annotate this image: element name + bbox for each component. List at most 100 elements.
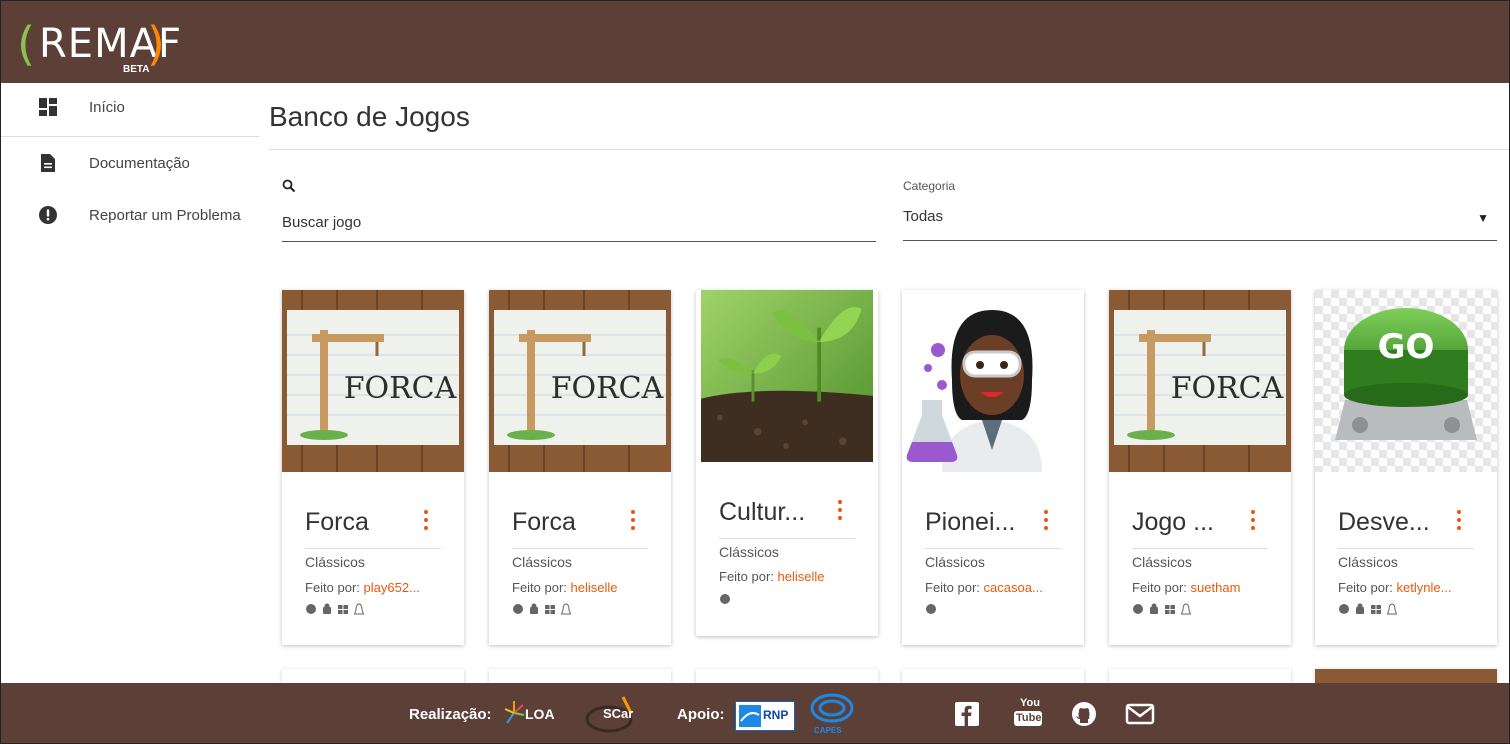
card-category: Clássicos (512, 554, 572, 570)
more-options-icon[interactable] (1249, 510, 1257, 536)
author-link[interactable]: ketlynle... (1397, 580, 1452, 595)
card-category: Clássicos (1132, 554, 1192, 570)
windows-icon (338, 605, 348, 614)
forca-thumbnail: FORCA (489, 290, 671, 472)
web-icon (306, 604, 316, 614)
card-title[interactable]: Pionei... (925, 508, 1035, 537)
windows-icon (1165, 605, 1175, 614)
sidebar-item-inicio[interactable]: Início (1, 83, 259, 135)
card-category: Clássicos (719, 544, 779, 560)
game-card[interactable]: GO Desve... Clássicos Feito por: ketlynl… (1315, 290, 1497, 645)
game-card[interactable]: FORCA Jogo ... Clássicos Feito por: suet… (1109, 290, 1291, 645)
dashboard-icon (39, 98, 57, 116)
card-divider (512, 548, 648, 549)
game-card[interactable]: Cultur... Clássicos Feito por: heliselle (696, 290, 878, 636)
ufscar-logo[interactable]: SCar (583, 693, 641, 733)
card-title[interactable]: Jogo ... (1132, 508, 1242, 537)
search-icon (282, 179, 296, 193)
card-title[interactable]: Desve... (1338, 508, 1448, 537)
platform-icons (925, 602, 937, 616)
email-icon[interactable] (1125, 701, 1155, 727)
card-author: Feito por: cacasoa... (925, 580, 1043, 595)
forca-thumbnail: FORCA (1109, 290, 1291, 472)
loa-star-icon (504, 701, 525, 724)
document-icon (41, 154, 55, 172)
more-options-icon[interactable] (1455, 510, 1463, 536)
platform-icons (719, 592, 731, 606)
web-icon (1339, 604, 1349, 614)
card-divider (1132, 548, 1268, 549)
sidebar-item-label: Reportar um Problema (89, 207, 241, 224)
linux-icon (1180, 603, 1192, 615)
card-author: Feito por: play652... (305, 580, 420, 595)
search-input[interactable] (282, 203, 876, 242)
github-icon[interactable] (1071, 701, 1097, 727)
android-icon (1356, 603, 1364, 614)
android-icon (530, 603, 538, 614)
card-author: Feito por: heliselle (719, 569, 825, 584)
svg-text:FORCA: FORCA (551, 371, 664, 406)
more-options-icon[interactable] (422, 510, 430, 536)
remaf-logo[interactable]: ( REMAF ) BETA (17, 11, 181, 75)
logo-bracket-left: ( (17, 17, 35, 71)
web-icon (926, 604, 936, 614)
author-link[interactable]: suetham (1191, 580, 1241, 595)
alert-icon (39, 206, 57, 224)
facebook-icon[interactable] (954, 701, 980, 727)
svg-text:FORCA: FORCA (344, 371, 457, 406)
author-link[interactable]: cacasoa... (984, 580, 1043, 595)
card-author: Feito por: ketlynle... (1338, 580, 1452, 595)
capes-logo[interactable]: CAPES (807, 691, 857, 737)
card-divider (925, 548, 1061, 549)
web-icon (1133, 604, 1143, 614)
web-icon (513, 604, 523, 614)
sidebar-item-reportar[interactable]: Reportar um Problema (1, 191, 259, 243)
svg-text:GO: GO (1378, 327, 1435, 367)
windows-icon (545, 605, 555, 614)
game-card[interactable]: FORCA Forca Clássicos Feito por: helisel… (489, 290, 671, 645)
more-options-icon[interactable] (1042, 510, 1050, 536)
windows-icon (1371, 605, 1381, 614)
footer: Realização: LOA SCar Apoio: RNP CAPES Yo… (1, 683, 1509, 743)
category-select[interactable]: Todas ▼ (903, 203, 1497, 241)
card-title[interactable]: Forca (512, 508, 622, 537)
page-title: Banco de Jogos (269, 101, 470, 132)
card-author: Feito por: suetham (1132, 580, 1241, 595)
card-category: Clássicos (1338, 554, 1398, 570)
category-label: Categoria (903, 179, 956, 193)
loa-logo[interactable]: LOA (503, 699, 565, 729)
card-category: Clássicos (305, 554, 365, 570)
author-link[interactable]: play652... (364, 580, 420, 595)
platform-icons (305, 602, 365, 616)
go-button-thumbnail: GO (1315, 290, 1497, 472)
web-icon (720, 594, 730, 604)
more-options-icon[interactable] (629, 510, 637, 536)
dropdown-arrow-icon: ▼ (1477, 211, 1489, 225)
top-bar: ( REMAF ) BETA (1, 1, 1509, 83)
card-category: Clássicos (925, 554, 985, 570)
rnp-globe-icon (739, 705, 761, 727)
author-link[interactable]: heliselle (778, 569, 825, 584)
youtube-icon[interactable]: You Tube (1014, 697, 1042, 727)
more-options-icon[interactable] (836, 500, 844, 526)
category-value: Todas (903, 208, 944, 225)
card-divider (1338, 548, 1474, 549)
platform-icons (1132, 602, 1192, 616)
android-icon (1150, 603, 1158, 614)
android-icon (323, 603, 331, 614)
card-title[interactable]: Forca (305, 508, 415, 537)
game-card[interactable]: FORCA Forca Clássicos Feito por: play652… (282, 290, 464, 645)
linux-icon (560, 603, 572, 615)
rnp-logo[interactable]: RNP (735, 701, 795, 731)
sidebar-item-documentacao[interactable]: Documentação (1, 139, 259, 191)
author-link[interactable]: heliselle (571, 580, 618, 595)
realizacao-label: Realização: (409, 706, 492, 723)
apoio-label: Apoio: (677, 706, 725, 723)
game-card[interactable]: Pionei... Clássicos Feito por: cacasoa..… (902, 290, 1084, 645)
title-divider (269, 149, 1509, 150)
card-title[interactable]: Cultur... (719, 498, 829, 527)
svg-text:FORCA: FORCA (1171, 371, 1284, 406)
capes-rings-icon (810, 693, 854, 723)
sidebar: Início Documentação Reportar um Problema (1, 83, 259, 243)
linux-icon (353, 603, 365, 615)
